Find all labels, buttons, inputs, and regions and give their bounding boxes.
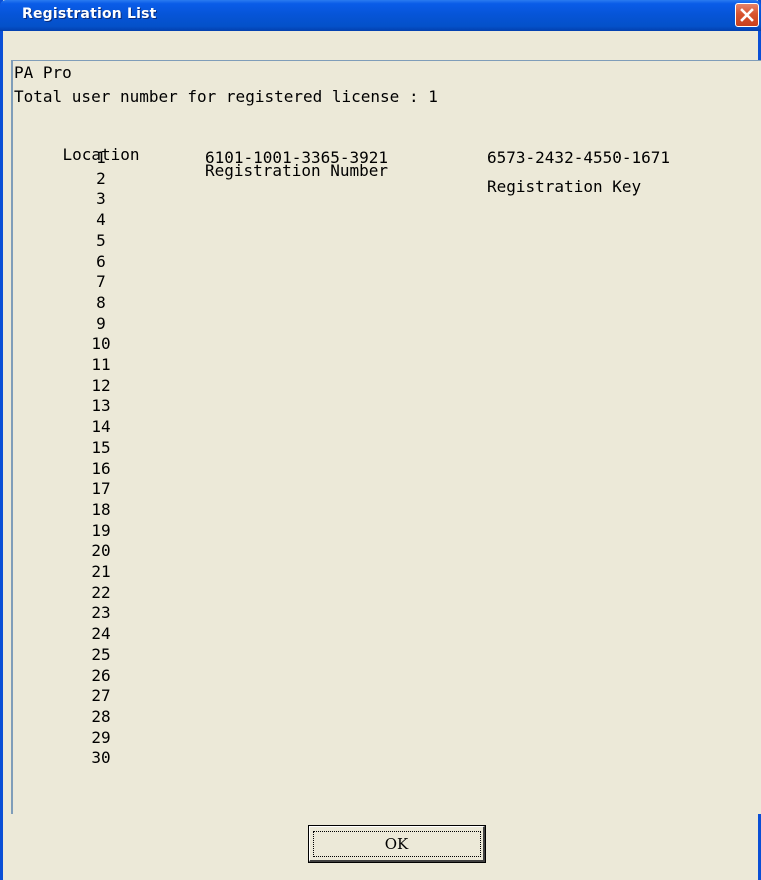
row-location: 16 xyxy=(91,458,111,478)
row-location: 21 xyxy=(91,562,111,581)
row-location: 30 xyxy=(91,748,111,768)
window-title: Registration List xyxy=(22,6,157,22)
row-location: 28 xyxy=(91,706,111,726)
product-name: PA Pro xyxy=(14,63,72,82)
row-location: 22 xyxy=(91,582,111,602)
row-location: 20 xyxy=(91,541,111,561)
row-location: 10 xyxy=(91,334,111,354)
ok-button-label: OK xyxy=(312,830,481,857)
row-location: 29 xyxy=(91,727,111,747)
row-location: 24 xyxy=(91,624,111,644)
registration-text-area[interactable]: PA Pro Total user number for registered … xyxy=(11,60,761,814)
row-location: 19 xyxy=(91,520,111,540)
registration-list-window: Registration List PA Pro Total user numb… xyxy=(0,0,761,880)
row-location: 5 xyxy=(96,230,106,250)
row-location: 13 xyxy=(91,396,111,416)
row-registration-key: 6573-2432-4550-1671 xyxy=(487,148,671,167)
row-location: 15 xyxy=(91,437,111,457)
close-button[interactable] xyxy=(735,3,759,27)
row-location: 1 xyxy=(96,148,106,167)
total-user-label: Total user number for registered license… xyxy=(14,87,438,106)
row-registration-number: 6101-1001-3365-3921 xyxy=(205,148,389,167)
row-location: 4 xyxy=(96,210,106,230)
row-location: 25 xyxy=(91,644,111,664)
ok-button[interactable]: OK xyxy=(308,825,486,863)
close-icon xyxy=(740,8,754,22)
row-location: 17 xyxy=(91,479,111,499)
title-bar[interactable]: Registration List xyxy=(0,0,761,31)
row-location: 14 xyxy=(91,417,111,437)
row-location: 12 xyxy=(91,375,111,395)
row-location: 18 xyxy=(91,499,111,519)
row-location: 23 xyxy=(91,603,111,623)
row-location: 7 xyxy=(96,272,106,292)
row-location: 26 xyxy=(91,665,111,685)
row-location: 8 xyxy=(96,292,106,312)
row-location: 6 xyxy=(96,251,106,271)
column-header-registration-key: Registration Key xyxy=(487,177,642,196)
row-location: 3 xyxy=(96,189,106,209)
row-location: 9 xyxy=(96,313,106,333)
row-location: 2 xyxy=(96,168,106,188)
row-location: 11 xyxy=(91,355,111,374)
row-location: 27 xyxy=(91,686,111,706)
